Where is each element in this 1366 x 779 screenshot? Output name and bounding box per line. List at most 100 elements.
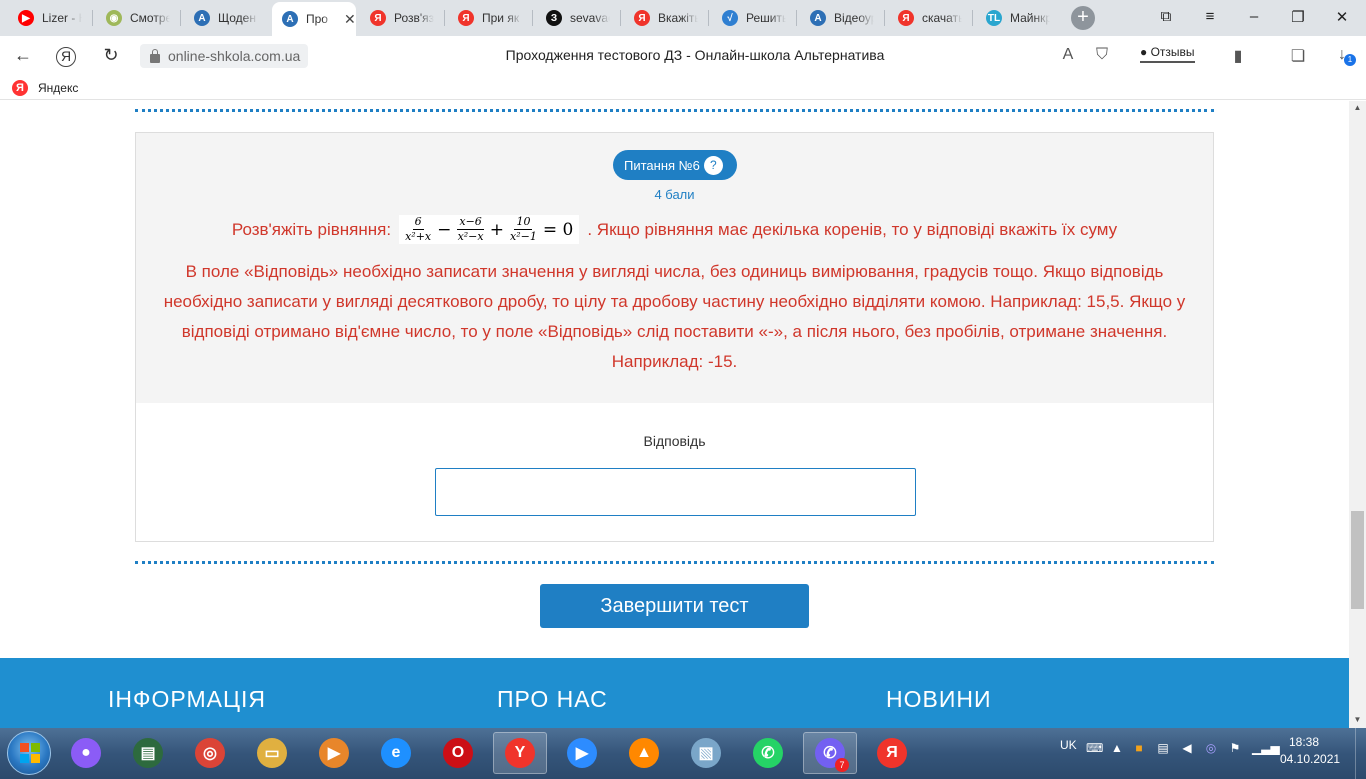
vlc-icon: ▲ (629, 738, 659, 768)
browser-tab[interactable]: TL Майнкр (976, 4, 1056, 32)
close-window-button[interactable]: ✕ (1332, 8, 1352, 26)
usb-icon[interactable]: ▤ (1156, 741, 1170, 755)
task-prefix: Розв'яжіть рівняння: (231, 219, 392, 239)
scroll-up-icon[interactable]: ▲ (1349, 103, 1366, 112)
reload-button[interactable]: ↻ (100, 45, 122, 66)
scroll-down-icon[interactable]: ▼ (1349, 715, 1366, 724)
footer-heading-about: ПРО НАС (497, 686, 608, 712)
question-card: Питання №6 ? 4 бали Розв'яжіть рівняння:… (135, 132, 1214, 542)
start-button[interactable] (7, 731, 51, 775)
menu-icon[interactable]: ≡ (1200, 8, 1220, 25)
browser-tab[interactable]: A Про ✕ (272, 2, 356, 36)
browser-tab[interactable]: A Щоден (184, 4, 264, 32)
tray-app-icon[interactable]: ■ (1132, 741, 1146, 755)
tab-separator (884, 10, 885, 26)
znanija-icon: З (546, 10, 562, 26)
tab-title: Lizer - H (42, 11, 82, 25)
bookmark-yandex[interactable]: Я Яндекс (12, 80, 78, 96)
url-field[interactable]: online-shkola.com.ua (140, 44, 309, 68)
new-tab-button[interactable]: + (1071, 6, 1095, 30)
action-center-flag-icon[interactable]: ⚑ (1228, 741, 1242, 755)
tab-title: Розв'яз (394, 11, 434, 25)
taskbar-app-button[interactable]: ▲ (617, 732, 671, 774)
taskbar-app-button[interactable]: ▭ (245, 732, 299, 774)
page-title: Проходження тестового ДЗ - Онлайн-школа … (505, 47, 885, 63)
browser-tab[interactable]: √ Решить (712, 4, 792, 32)
tab-title: Решить (746, 11, 786, 25)
diary-icon: A (282, 11, 298, 27)
operator-plus: + (489, 219, 505, 240)
page-scrollbar[interactable]: ▲ ▼ (1349, 101, 1366, 728)
system-clock[interactable]: 18:38 04.10.2021 (1280, 734, 1340, 768)
browser-tab[interactable]: Я Розв'яз (360, 4, 440, 32)
tab-title: Про (306, 12, 328, 26)
scroll-thumb[interactable] (1351, 511, 1364, 609)
windows-logo-icon (20, 743, 40, 763)
viber-tray-icon[interactable]: ◎ (1204, 741, 1218, 755)
taskbar-app-button[interactable]: ● (59, 732, 113, 774)
taskbar-app-button[interactable]: ◎ (183, 732, 237, 774)
fraction-3: 10 x²−1 (510, 215, 537, 244)
file-explorer-icon: ▭ (257, 738, 287, 768)
divider (135, 561, 1214, 564)
tab-separator (620, 10, 621, 26)
address-bar: ← Я ↻ online-shkola.com.ua Проходження т… (0, 36, 1366, 76)
yandex-home-icon[interactable]: Я (56, 47, 76, 67)
internet-explorer-icon: e (381, 738, 411, 768)
keyboard-icon[interactable]: ⌨ (1086, 741, 1103, 755)
taskbar-app-button[interactable]: ✆ 7 (803, 732, 857, 774)
tab-title: sevavac (570, 11, 610, 25)
answer-input[interactable] (435, 468, 916, 516)
restore-button[interactable]: ❐ (1288, 8, 1308, 26)
browser-tab[interactable]: ▶ Lizer - H (8, 4, 88, 32)
chrome-icon: ◎ (195, 738, 225, 768)
browser-tab[interactable]: Я Вкажіть (624, 4, 704, 32)
browser-tab-bar: ▶ Lizer - H ◉ Смотре A Щоден A Про ✕ Я Розв'яз Я При… (0, 0, 1366, 36)
protect-icon[interactable]: ⛉ (1092, 46, 1112, 64)
show-desktop-button[interactable] (1355, 728, 1366, 779)
taskbar-app-button[interactable]: Я (865, 732, 919, 774)
taskbar-app-button[interactable]: O (431, 732, 485, 774)
keyboard-language[interactable]: UK (1060, 738, 1077, 752)
volume-icon[interactable]: ◀ (1180, 741, 1194, 755)
collections-icon[interactable]: ❏ (1288, 46, 1308, 66)
taskbar-app-button[interactable]: ▧ (679, 732, 733, 774)
question-number: Питання №6 (624, 157, 700, 173)
taskbar-app-button[interactable]: ✆ (741, 732, 795, 774)
taskbar-app-button[interactable]: Y (493, 732, 547, 774)
site-footer: ІНФОРМАЦІЯ ПРО НАС НОВИНИ (0, 658, 1349, 728)
bookmark-label: Яндекс (38, 81, 79, 95)
taskbar-app-button[interactable]: ▶ (555, 732, 609, 774)
browser-tab[interactable]: ◉ Смотре (96, 4, 176, 32)
browser-tab[interactable]: Яскачать (888, 4, 968, 32)
network-icon[interactable]: ▁▃▅ (1252, 741, 1280, 755)
taskbar-app-button[interactable]: ▶ (307, 732, 361, 774)
help-icon[interactable]: ? (703, 155, 723, 175)
files-app-icon: ▧ (691, 738, 721, 768)
equals-zero: = 0 (542, 219, 574, 240)
translate-icon[interactable]: A (1058, 46, 1078, 64)
fraction-1-numerator: 6 (412, 215, 424, 230)
show-hidden-icons-icon[interactable]: ▲ (1110, 741, 1124, 755)
tab-manager-icon[interactable]: ⧉ (1156, 8, 1176, 25)
finish-test-button[interactable]: Завершити тест (540, 584, 809, 628)
tab-title: Майнкр (1010, 11, 1050, 25)
minimize-button[interactable]: – (1244, 8, 1264, 25)
tab-separator (180, 10, 181, 26)
yandex-icon: Я (370, 10, 386, 26)
bookmark-icon[interactable]: ▮ (1228, 46, 1248, 66)
taskbar-app-button[interactable]: e (369, 732, 423, 774)
close-tab-icon[interactable]: ✕ (344, 11, 356, 28)
taskbar-app-button[interactable]: ▤ (121, 732, 175, 774)
browser-tab[interactable]: Зsevavac (536, 4, 616, 32)
downloads-icon[interactable]: ↓ 1 (1332, 46, 1356, 66)
reviews-button[interactable]: ● Отзывы (1140, 45, 1195, 63)
browser-tab[interactable]: Я При як (448, 4, 528, 32)
media-player-icon: ▶ (319, 738, 349, 768)
tab-separator (532, 10, 533, 26)
clock-time: 18:38 (1288, 735, 1320, 749)
document-app-icon: ▤ (133, 738, 163, 768)
tab-title: Смотре (130, 11, 170, 25)
back-button[interactable]: ← (12, 45, 34, 66)
browser-tab[interactable]: A Відеоур (800, 4, 880, 32)
